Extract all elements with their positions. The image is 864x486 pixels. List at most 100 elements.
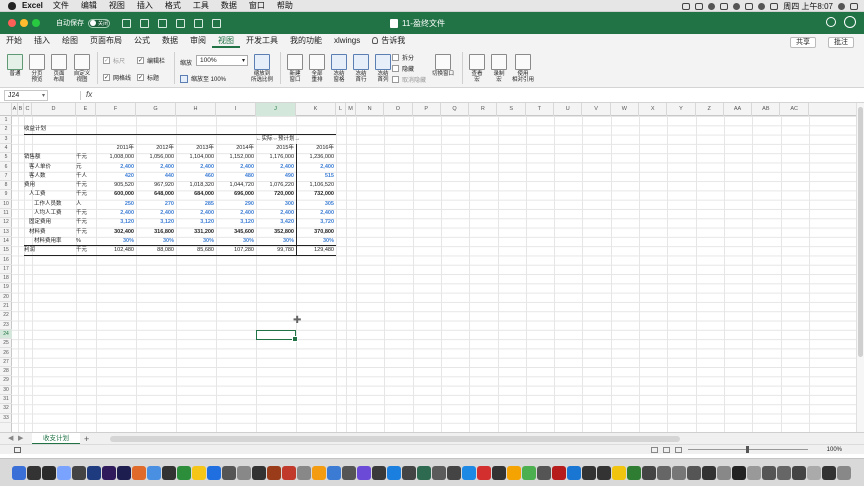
dock-app-icon[interactable] [132,466,146,480]
dock-app-icon[interactable] [147,466,161,480]
value-cell[interactable]: 2,400 [96,209,134,218]
value-cell[interactable]: 3,420 [256,218,294,227]
horizontal-scrollbar[interactable] [110,436,680,442]
value-cell[interactable]: 2,400 [176,163,214,172]
value-cell[interactable]: 270 [136,200,174,209]
column-header-T[interactable]: T [526,103,555,116]
unit-cell[interactable]: 千元 [76,209,94,218]
row-label[interactable]: 人工费 [29,190,74,199]
value-cell[interactable]: 600,000 [96,190,134,199]
value-cell[interactable]: 515 [296,172,334,181]
close-window-icon[interactable] [8,19,16,27]
selected-cell[interactable] [256,329,298,343]
column-header-D[interactable]: D [32,103,76,116]
dock-app-icon[interactable] [477,466,491,480]
column-header-R[interactable]: R [469,103,498,116]
column-header-Y[interactable]: Y [667,103,696,116]
dock-app-icon[interactable] [762,466,776,480]
row-header-13[interactable]: 13 [0,228,12,237]
row-header-22[interactable]: 22 [0,311,12,321]
row-header-33[interactable]: 33 [0,414,12,423]
column-header-X[interactable]: X [639,103,668,116]
row-header-14[interactable]: 14 [0,237,12,247]
tab-formulas[interactable]: 公式 [128,34,156,48]
select-all-corner[interactable] [0,103,12,116]
dock-app-icon[interactable] [102,466,116,480]
share-button[interactable]: 共享 [790,37,816,48]
year-header[interactable]: 2012年 [136,144,174,153]
row-label[interactable]: 固定费用 [29,218,74,227]
dock-app-icon[interactable] [837,466,851,480]
tab-home[interactable]: 开始 [0,34,28,48]
value-cell[interactable]: 331,200 [176,228,214,237]
row-header-23[interactable]: 23 [0,321,12,330]
status-icon[interactable] [733,2,741,10]
account-icon[interactable] [844,16,856,28]
row-header-18[interactable]: 18 [0,274,12,284]
value-cell[interactable]: 648,000 [136,190,174,199]
value-cell[interactable]: 2,400 [296,209,334,218]
apple-icon[interactable] [8,1,16,10]
dock-app-icon[interactable] [372,466,386,480]
value-cell[interactable]: 305 [296,200,334,209]
value-cell[interactable]: 2,400 [96,163,134,172]
row-header-19[interactable]: 19 [0,283,12,293]
zoom-to-selection-button[interactable]: 缩放到 所选比例 [248,54,276,83]
column-header-S[interactable]: S [498,103,526,116]
column-header-H[interactable]: H [176,103,216,116]
tab-xlwings[interactable]: xlwings [328,34,366,48]
dock-app-icon[interactable] [177,466,191,480]
unit-cell[interactable]: 千元 [76,228,94,237]
dock-app-icon[interactable] [462,466,476,480]
value-cell[interactable]: 1,106,520 [296,181,334,190]
row-header-20[interactable]: 20 [0,293,12,302]
dock-app-icon[interactable] [732,466,746,480]
status-icon[interactable] [745,2,754,10]
column-header-E[interactable]: E [76,103,96,116]
value-cell[interactable]: 352,800 [256,228,294,237]
dock-app-icon[interactable] [222,466,236,480]
value-cell[interactable]: 2,400 [176,209,214,218]
menu-window[interactable]: 窗口 [249,0,265,11]
value-cell[interactable]: 316,800 [136,228,174,237]
row-label[interactable]: 销售额 [24,153,74,162]
value-cell[interactable]: 440 [136,172,174,181]
unit-cell[interactable]: 千元 [76,218,94,227]
tab-my-functions[interactable]: 我的功能 [284,34,328,48]
value-cell[interactable]: 732,000 [296,190,334,199]
column-header-AC[interactable]: AC [781,103,809,116]
column-header-W[interactable]: W [611,103,639,116]
value-cell[interactable]: 460 [176,172,214,181]
tab-tell-me[interactable]: 告诉我 [366,34,411,48]
year-header[interactable]: 2013年 [176,144,214,153]
vertical-scroll-thumb[interactable] [858,107,863,357]
column-header-K[interactable]: K [296,103,336,116]
value-cell[interactable]: 290 [216,200,254,209]
value-cell[interactable]: 3,120 [136,218,174,227]
headings-checkbox[interactable]: ✓ 标题 [137,73,159,82]
row-label[interactable]: 人均人工费 [34,209,74,218]
dock-app-icon[interactable] [312,466,326,480]
control-center-icon[interactable] [850,2,858,10]
dock-app-icon[interactable] [777,466,791,480]
tab-draw[interactable]: 绘图 [56,34,84,48]
tab-data[interactable]: 数据 [156,34,184,48]
column-header-P[interactable]: P [413,103,441,116]
unhide-button[interactable]: 取消隐藏 [392,75,426,84]
unit-cell[interactable]: 人 [76,200,94,209]
custom-view-button[interactable]: 自定义 视图 [70,54,94,83]
tab-page-layout[interactable]: 页面布局 [84,34,128,48]
column-header-AB[interactable]: AB [752,103,781,116]
row-label[interactable]: 客人数 [29,172,74,181]
row-label[interactable]: 材料费 [29,228,74,237]
year-header[interactable]: 2016年 [296,144,334,153]
dock-app-icon[interactable] [72,466,86,480]
status-icon[interactable] [708,2,716,10]
dock-app-icon[interactable] [492,466,506,480]
row-header-30[interactable]: 30 [0,386,12,395]
hide-button[interactable]: 隐藏 [392,64,414,73]
value-cell[interactable]: 345,600 [216,228,254,237]
row-header-24[interactable]: 24 [0,329,12,340]
customize-qat-icon[interactable] [212,18,221,28]
value-cell[interactable]: 3,120 [176,218,214,227]
